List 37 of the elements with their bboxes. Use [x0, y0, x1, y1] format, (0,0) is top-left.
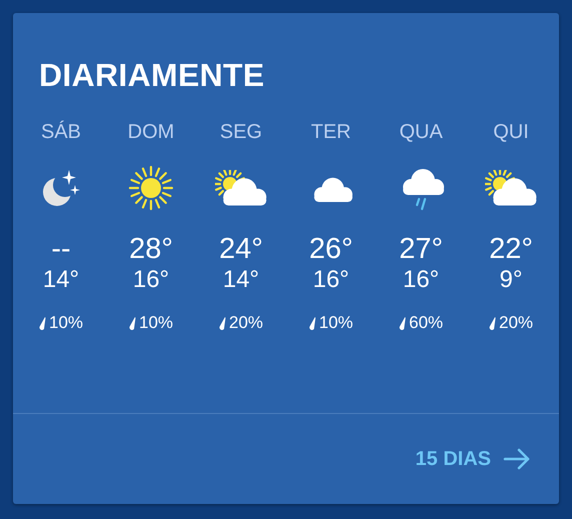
- precipitation-chance: 20%: [498, 313, 534, 333]
- day-label: QUI: [493, 120, 529, 145]
- raindrop-icon: [218, 316, 226, 330]
- precipitation-chance: 10%: [48, 313, 84, 333]
- low-temperature: 9°: [500, 265, 522, 295]
- day-label: QUA: [399, 120, 443, 145]
- sun-icon: [128, 165, 174, 211]
- moon-stars-icon: [41, 168, 81, 208]
- day-label: SEG: [220, 120, 262, 145]
- sun-cloud-icon: [215, 170, 267, 206]
- precipitation-chance: 20%: [228, 313, 264, 333]
- low-temperature: 16°: [312, 265, 350, 295]
- precipitation-chance: 10%: [318, 313, 354, 333]
- raindrop-icon: [308, 316, 316, 330]
- card-title: DIARIAMENTE: [38, 56, 266, 95]
- high-temperature: --: [51, 233, 71, 265]
- low-temperature: 14°: [42, 265, 80, 295]
- arrow-right-icon: [503, 448, 531, 470]
- precipitation-chance: 60%: [408, 313, 444, 333]
- day-label: TER: [311, 120, 351, 145]
- low-temperature: 16°: [402, 265, 440, 295]
- high-temperature: 26°: [309, 233, 353, 265]
- sun-cloud-icon: [485, 170, 537, 206]
- raindrop-icon: [128, 316, 136, 330]
- low-temperature: 14°: [222, 265, 260, 295]
- low-temperature: 16°: [132, 265, 170, 295]
- precipitation-chance: 10%: [138, 313, 174, 333]
- day-label: SÁB: [40, 120, 82, 145]
- raindrop-icon: [488, 316, 496, 330]
- day-label: DOM: [128, 120, 174, 145]
- high-temperature: 28°: [129, 233, 173, 265]
- high-temperature: 27°: [399, 233, 443, 265]
- high-temperature: 22°: [489, 233, 533, 265]
- raindrop-icon: [38, 316, 46, 330]
- high-temperature: 24°: [219, 233, 263, 265]
- raindrop-icon: [398, 316, 406, 330]
- fifteen-days-link[interactable]: 15 DIAS: [415, 448, 531, 470]
